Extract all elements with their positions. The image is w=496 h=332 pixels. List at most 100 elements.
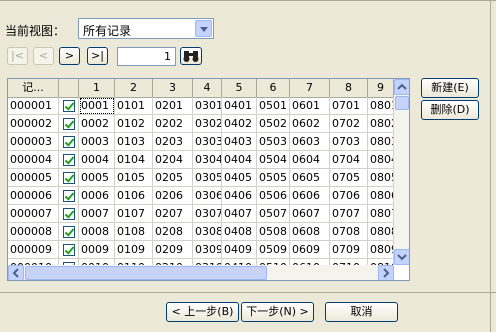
table-cell[interactable]: 0502 (257, 115, 290, 133)
page-number-input[interactable]: 1 (117, 47, 176, 66)
table-cell[interactable]: 0208 (153, 223, 193, 241)
table-cell[interactable]: 0504 (257, 151, 290, 169)
table-cell[interactable]: 0505 (257, 169, 290, 187)
table-cell[interactable]: 0107 (115, 205, 153, 223)
row-id-cell[interactable]: 000001 (8, 97, 59, 115)
back-button[interactable]: < 上一步(B) (166, 302, 239, 322)
table-cell[interactable]: 0603 (290, 133, 330, 151)
delete-button[interactable]: 删除(D) (421, 100, 479, 120)
find-button[interactable] (180, 47, 202, 65)
vertical-scrollbar[interactable] (394, 79, 409, 265)
table-cell[interactable]: 0002 (79, 115, 115, 133)
row-id-cell[interactable]: 000004 (8, 151, 59, 169)
table-cell[interactable]: 0001 (79, 97, 115, 115)
table-cell[interactable]: 0306 (193, 187, 222, 205)
checkbox-checked-icon[interactable] (63, 190, 75, 202)
table-cell[interactable]: 0309 (193, 241, 222, 259)
table-cell[interactable]: 0801 (368, 97, 394, 115)
table-cell[interactable]: 0507 (257, 205, 290, 223)
table-cell[interactable]: 0004 (79, 151, 115, 169)
row-id-cell[interactable]: 000003 (8, 133, 59, 151)
checkbox-checked-icon[interactable] (63, 154, 75, 166)
header-col-2[interactable]: 2 (115, 79, 153, 97)
table-cell[interactable]: 0501 (257, 97, 290, 115)
table-cell[interactable]: 0703 (330, 133, 368, 151)
table-cell[interactable]: 0307 (193, 205, 222, 223)
view-select[interactable]: 所有记录 (78, 18, 214, 39)
table-cell[interactable]: 0003 (79, 133, 115, 151)
table-cell[interactable]: 0105 (115, 169, 153, 187)
table-cell[interactable]: 0609 (290, 241, 330, 259)
last-page-button[interactable]: >| (87, 47, 108, 65)
table-cell[interactable]: 0401 (222, 97, 257, 115)
table-cell[interactable]: 0605 (290, 169, 330, 187)
row-id-cell[interactable]: 000006 (8, 187, 59, 205)
table-cell[interactable]: 0508 (257, 223, 290, 241)
row-id-cell[interactable]: 000008 (8, 223, 59, 241)
table-cell[interactable]: 0506 (257, 187, 290, 205)
checkbox-checked-icon[interactable] (63, 136, 75, 148)
table-cell[interactable]: 0101 (115, 97, 153, 115)
first-page-button[interactable]: |< (7, 47, 28, 65)
scroll-left-button[interactable] (8, 265, 24, 280)
prev-page-button[interactable]: < (33, 47, 54, 65)
table-cell[interactable]: 0009 (79, 241, 115, 259)
table-cell[interactable]: 0602 (290, 115, 330, 133)
table-cell[interactable]: 0006 (79, 187, 115, 205)
header-record[interactable]: 记... (8, 79, 59, 97)
table-cell[interactable]: 0803 (368, 133, 394, 151)
table-cell[interactable]: 0808 (368, 223, 394, 241)
records-grid[interactable]: 记... 1 2 3 4 5 6 7 8 9 000001 0001 0101 0201 0301 0401… (7, 78, 410, 281)
table-cell[interactable]: 0209 (153, 241, 193, 259)
table-cell[interactable]: 0608 (290, 223, 330, 241)
vertical-scroll-thumb[interactable] (395, 96, 409, 110)
cancel-button[interactable]: 取消 (325, 302, 398, 322)
table-cell[interactable]: 0702 (330, 115, 368, 133)
table-cell[interactable]: 0204 (153, 151, 193, 169)
table-cell[interactable]: 0409 (222, 241, 257, 259)
table-cell[interactable]: 0202 (153, 115, 193, 133)
table-cell[interactable]: 0704 (330, 151, 368, 169)
table-cell[interactable]: 0008 (79, 223, 115, 241)
checkbox-checked-icon[interactable] (63, 208, 75, 220)
table-cell[interactable]: 0106 (115, 187, 153, 205)
table-cell[interactable]: 0402 (222, 115, 257, 133)
table-cell[interactable]: 0301 (193, 97, 222, 115)
table-cell[interactable]: 0509 (257, 241, 290, 259)
row-id-cell[interactable]: 000009 (8, 241, 59, 259)
header-col-9[interactable]: 9 (368, 79, 394, 97)
checkbox-checked-icon[interactable] (63, 100, 75, 112)
table-cell[interactable]: 0601 (290, 97, 330, 115)
horizontal-scroll-thumb[interactable] (25, 266, 267, 280)
table-cell[interactable]: 0708 (330, 223, 368, 241)
row-id-cell[interactable]: 000002 (8, 115, 59, 133)
table-cell[interactable]: 0304 (193, 151, 222, 169)
table-cell[interactable]: 0405 (222, 169, 257, 187)
checkbox-checked-icon[interactable] (63, 118, 75, 130)
table-cell[interactable]: 0305 (193, 169, 222, 187)
table-cell[interactable]: 0205 (153, 169, 193, 187)
table-cell[interactable]: 0805 (368, 169, 394, 187)
table-cell[interactable]: 0308 (193, 223, 222, 241)
scroll-right-button[interactable] (378, 265, 394, 280)
table-cell[interactable]: 0606 (290, 187, 330, 205)
header-col-5[interactable]: 5 (222, 79, 257, 97)
table-cell[interactable]: 0804 (368, 151, 394, 169)
table-cell[interactable]: 0407 (222, 205, 257, 223)
table-cell[interactable]: 0207 (153, 205, 193, 223)
table-cell[interactable]: 0701 (330, 97, 368, 115)
table-cell[interactable]: 0108 (115, 223, 153, 241)
header-col-3[interactable]: 3 (153, 79, 193, 97)
header-col-8[interactable]: 8 (330, 79, 368, 97)
row-id-cell[interactable]: 000005 (8, 169, 59, 187)
checkbox-checked-icon[interactable] (63, 172, 75, 184)
scroll-down-button[interactable] (394, 249, 409, 265)
table-cell[interactable]: 0206 (153, 187, 193, 205)
next-button[interactable]: 下一步(N) > (241, 302, 314, 322)
header-col-4[interactable]: 4 (193, 79, 222, 97)
table-cell[interactable]: 0707 (330, 205, 368, 223)
new-button[interactable]: 新建(E) (421, 78, 479, 98)
table-cell[interactable]: 0404 (222, 151, 257, 169)
table-cell[interactable]: 0503 (257, 133, 290, 151)
table-cell[interactable]: 0203 (153, 133, 193, 151)
